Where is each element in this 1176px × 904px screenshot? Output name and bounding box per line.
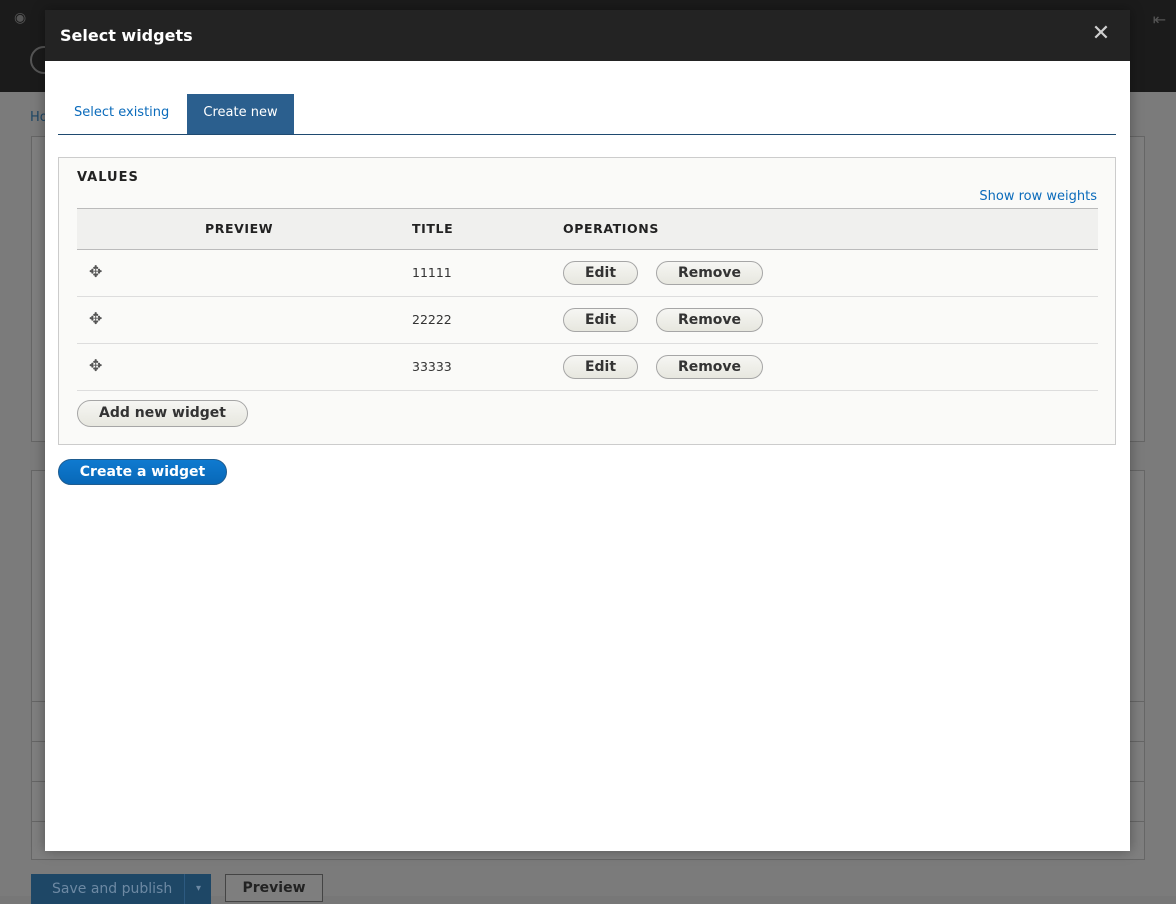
remove-button[interactable]: Remove <box>656 355 763 379</box>
tab-select-existing[interactable]: Select existing <box>58 94 185 134</box>
create-a-widget-button[interactable]: Create a widget <box>58 459 227 485</box>
edit-button[interactable]: Edit <box>563 355 638 379</box>
edit-button[interactable]: Edit <box>563 261 638 285</box>
fieldset-legend: VALUES <box>77 170 139 185</box>
tab-create-new[interactable]: Create new <box>187 94 294 134</box>
widgets-table: PREVIEW TITLE OPERATIONS ✥ 11111 Edit Re… <box>77 208 1098 391</box>
row-title: 22222 <box>412 312 452 327</box>
column-header-title: TITLE <box>412 221 454 236</box>
add-new-widget-button[interactable]: Add new widget <box>77 400 248 427</box>
column-header-operations: OPERATIONS <box>563 221 659 236</box>
table-row: ✥ 33333 Edit Remove <box>77 344 1098 391</box>
dialog-header: Select widgets ✕ <box>45 10 1130 61</box>
table-row: ✥ 11111 Edit Remove <box>77 250 1098 297</box>
close-icon[interactable]: ✕ <box>1090 23 1112 45</box>
remove-button[interactable]: Remove <box>656 261 763 285</box>
preview-button: Preview <box>225 874 323 902</box>
remove-button[interactable]: Remove <box>656 308 763 332</box>
drag-handle-icon[interactable]: ✥ <box>89 358 102 374</box>
row-title: 11111 <box>412 265 452 280</box>
dialog-title: Select widgets <box>60 26 193 45</box>
table-header: PREVIEW TITLE OPERATIONS <box>77 208 1098 250</box>
drag-handle-icon[interactable]: ✥ <box>89 264 102 280</box>
save-dropdown-chevron-icon: ▾ <box>184 874 212 904</box>
show-row-weights-link[interactable]: Show row weights <box>979 189 1097 204</box>
edit-button[interactable]: Edit <box>563 308 638 332</box>
drupal-logo-icon: ◉ <box>14 10 27 26</box>
dialog-tabs: Select existing Create new <box>58 94 1116 135</box>
drag-handle-icon[interactable]: ✥ <box>89 311 102 327</box>
select-widgets-dialog: Select widgets ✕ Select existing Create … <box>45 10 1130 851</box>
toolbar-collapse-icon: ⇤ <box>1152 10 1166 29</box>
column-header-preview: PREVIEW <box>205 221 274 236</box>
values-fieldset: VALUES Show row weights PREVIEW TITLE OP… <box>58 157 1116 445</box>
row-title: 33333 <box>412 359 452 374</box>
table-row: ✥ 22222 Edit Remove <box>77 297 1098 344</box>
